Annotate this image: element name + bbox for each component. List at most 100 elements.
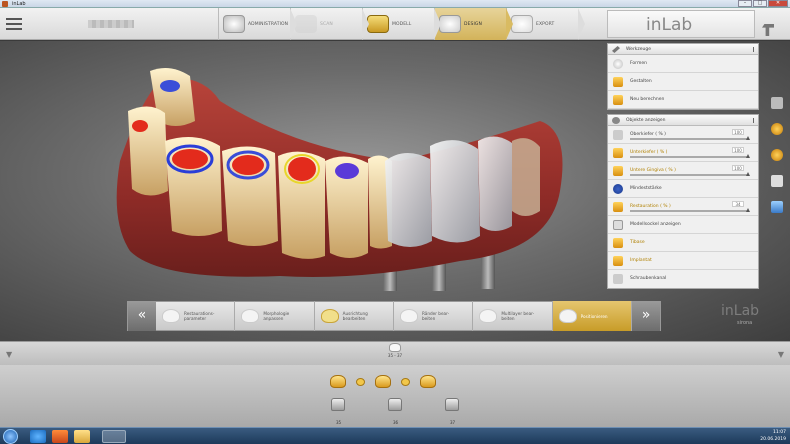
object-value[interactable]: 100: [732, 165, 744, 171]
design-tool-icon: [613, 77, 623, 87]
model-base-icon: [613, 220, 623, 230]
step-label: MODELL: [392, 21, 412, 27]
brand-logo: inLab: [607, 10, 755, 38]
crown-36[interactable]: [375, 375, 391, 388]
tooth-icon: [479, 309, 498, 323]
internet-explorer-icon[interactable]: [30, 430, 46, 443]
tooth-number: 37: [450, 420, 456, 425]
inlab-watermark: inLab: [721, 303, 760, 319]
close-button[interactable]: ✕: [768, 0, 788, 7]
tool-neu-berechnen[interactable]: Neu berechnen: [608, 91, 758, 109]
step-scan[interactable]: SCAN: [290, 8, 369, 40]
object-schraubenkanal[interactable]: Schraubenkanal: [608, 270, 758, 288]
pin-icon[interactable]: [748, 47, 754, 52]
hamburger-menu-icon[interactable]: [6, 18, 22, 30]
objects-header-label: Objekte anzeigen: [626, 118, 666, 123]
tool-gestalten[interactable]: Gestalten: [608, 73, 758, 91]
tooth-group-tab[interactable]: 35 - 37: [380, 343, 410, 364]
chevron-down-icon[interactable]: ▼: [6, 350, 12, 359]
object-modellsockel[interactable]: Modellsockel anzeigen: [608, 216, 758, 234]
wrench-icon: [612, 46, 620, 53]
workflow-step-multilayer[interactable]: Multilayer bear- beiten: [473, 301, 553, 331]
opacity-slider[interactable]: [630, 172, 750, 176]
gingiva-icon: [613, 166, 623, 176]
object-implantat[interactable]: Implantat: [608, 252, 758, 270]
object-value[interactable]: 34: [732, 201, 744, 207]
minimize-button[interactable]: –: [738, 0, 752, 7]
opacity-slider[interactable]: [630, 154, 750, 158]
lower-jaw-icon: [613, 148, 623, 158]
opacity-slider[interactable]: [630, 208, 750, 212]
tooth-tools-icon[interactable]: [771, 149, 783, 161]
inlab-taskbar-icon[interactable]: [102, 430, 126, 443]
object-label: Modellsockel anzeigen: [630, 222, 681, 227]
step-design[interactable]: DESIGN: [434, 8, 513, 40]
prev-step-button[interactable]: «: [128, 301, 156, 331]
tooth-settings-icon[interactable]: [771, 123, 783, 135]
right-panel: Werkzeuge Formen Gestalten Neu berechnen…: [607, 43, 759, 293]
crown-37[interactable]: [420, 375, 436, 388]
tooth-icon: [399, 309, 418, 323]
maximize-button[interactable]: □: [753, 0, 767, 7]
window-title-bar: inLab – □ ✕: [0, 0, 790, 8]
object-label: Schraubenkanal: [630, 276, 667, 281]
clock-time[interactable]: 11:07: [760, 429, 786, 436]
step-label: DESIGN: [464, 21, 482, 27]
screen-icon[interactable]: [771, 201, 783, 213]
connector-35-36[interactable]: [356, 377, 365, 386]
cube-view-icon[interactable]: [771, 97, 783, 109]
sirona-watermark: sirona: [737, 320, 753, 326]
workflow-step-ausrichtung[interactable]: Ausrichtung bearbeiten: [315, 301, 394, 331]
connector-36-37[interactable]: [401, 377, 410, 386]
object-mindeststaerke[interactable]: Mindeststärke: [608, 180, 758, 198]
app-header: ADMINISTRATION SCAN MODELL DESIGN EXPORT…: [0, 8, 790, 40]
object-oberkiefer[interactable]: Oberkiefer ( % ) 100: [608, 126, 758, 144]
abutment-37[interactable]: [445, 398, 459, 411]
window-controls: – □ ✕: [738, 0, 788, 8]
object-value[interactable]: 100: [732, 129, 744, 135]
workflow-step-restaurationsparameter[interactable]: Restaurations- parameter: [156, 301, 236, 331]
object-label: Mindeststärke: [630, 186, 662, 191]
step-export[interactable]: EXPORT: [506, 8, 585, 40]
book-icon[interactable]: [771, 175, 783, 187]
step-administration[interactable]: ADMINISTRATION: [218, 8, 297, 40]
clock-date[interactable]: 20.06.2019: [760, 436, 786, 443]
step-label: EXPORT: [536, 21, 555, 27]
pin-icon[interactable]: [748, 118, 754, 123]
object-label: Implantat: [630, 258, 652, 263]
step-label: ADMINISTRATION: [248, 21, 289, 27]
workflow-step-morphologie[interactable]: Morphologie anpassen: [235, 301, 315, 331]
view-toolbar: [768, 97, 786, 227]
object-untere-gingiva[interactable]: Untere Gingiva ( % ) 100: [608, 162, 758, 180]
file-explorer-icon[interactable]: [74, 430, 90, 443]
tooth-selection-panel: 35 36 37: [0, 365, 790, 427]
abutment-35[interactable]: [331, 398, 345, 411]
workflow-step-label: Morphologie anpassen: [263, 311, 290, 321]
app-icon: [2, 1, 8, 7]
chevron-down-icon[interactable]: ▼: [778, 350, 784, 359]
tools-header[interactable]: Werkzeuge: [608, 44, 758, 55]
step-label: SCAN: [320, 21, 333, 27]
workflow-step-positionieren[interactable]: Positionieren: [552, 301, 632, 331]
crown-35[interactable]: [330, 375, 346, 388]
tool-formen[interactable]: Formen: [608, 55, 758, 73]
tools-icon[interactable]: [762, 24, 774, 36]
object-value[interactable]: 100: [732, 147, 744, 153]
object-tibase[interactable]: Tibase: [608, 234, 758, 252]
tooth-icon: [389, 343, 401, 352]
object-restauration[interactable]: Restauration ( % ) 34: [608, 198, 758, 216]
workflow-step-raender[interactable]: Ränder bear- beiten: [394, 301, 474, 331]
system-tray: 11:07 20.06.2019: [760, 429, 786, 443]
media-player-icon[interactable]: [52, 430, 68, 443]
next-step-button[interactable]: »: [632, 301, 660, 331]
start-button[interactable]: [3, 429, 18, 444]
object-unterkiefer[interactable]: Unterkiefer ( % ) 100: [608, 144, 758, 162]
opacity-slider[interactable]: [630, 136, 750, 140]
objects-header[interactable]: Objekte anzeigen: [608, 115, 758, 126]
abutment-36[interactable]: [388, 398, 402, 411]
step-modell[interactable]: MODELL: [362, 8, 441, 40]
tool-label: Gestalten: [630, 79, 652, 84]
shape-icon: [613, 59, 623, 69]
object-label: Untere Gingiva ( % ): [630, 168, 676, 173]
patient-name-redacted: [88, 20, 134, 28]
